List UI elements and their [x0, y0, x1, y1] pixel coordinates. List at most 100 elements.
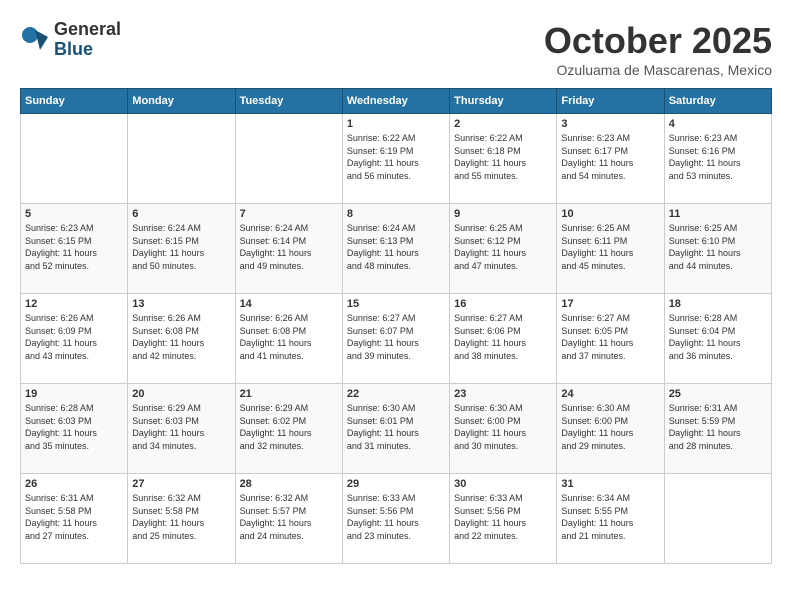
day-number: 14 — [240, 298, 338, 310]
logo: General Blue — [20, 20, 121, 60]
page-header: General Blue October 2025 Ozuluama de Ma… — [20, 20, 772, 78]
calendar-cell: 6 Sunrise: 6:24 AMSunset: 6:15 PMDaylight… — [128, 204, 235, 294]
calendar-cell: 4Sunrise: 6:23 AMSunset: 6:16 PMDaylight… — [664, 114, 771, 204]
day-number: 9 — [454, 208, 552, 220]
calendar-cell: 20 Sunrise: 6:29 AMSunset: 6:03 PMDayligh… — [128, 384, 235, 474]
calendar-cell: 19 Sunrise: 6:28 AMSunset: 6:03 PMDayligh… — [21, 384, 128, 474]
day-info: Sunrise: 6:27 AMSunset: 6:05 PMDaylight:… — [561, 312, 659, 362]
calendar-cell: 23 Sunrise: 6:30 AMSunset: 6:00 PMDayligh… — [450, 384, 557, 474]
calendar-cell: 5Sunrise: 6:23 AMSunset: 6:15 PMDaylight… — [21, 204, 128, 294]
logo-general: General — [54, 20, 121, 40]
day-number: 31 — [561, 478, 659, 490]
calendar-table: SundayMondayTuesdayWednesdayThursdayFrid… — [20, 88, 772, 564]
day-number: 3 — [561, 118, 659, 130]
day-info: Sunrise: 6:34 AMSunset: 5:55 PMDaylight:… — [561, 492, 659, 542]
calendar-cell: 18Sunrise: 6:28 AMSunset: 6:04 PMDayligh… — [664, 294, 771, 384]
calendar-cell: 10 Sunrise: 6:25 AMSunset: 6:11 PMDayligh… — [557, 204, 664, 294]
day-number: 17 — [561, 298, 659, 310]
calendar-cell — [21, 114, 128, 204]
month-title: October 2025 — [544, 20, 772, 62]
day-number: 2 — [454, 118, 552, 130]
day-info: Sunrise: 6:24 AMSunset: 6:14 PMDaylight:… — [240, 222, 338, 272]
day-info: Sunrise: 6:25 AMSunset: 6:12 PMDaylight:… — [454, 222, 552, 272]
day-info: Sunrise: 6:27 AMSunset: 6:06 PMDaylight:… — [454, 312, 552, 362]
day-number: 4 — [669, 118, 767, 130]
day-info: Sunrise: 6:30 AMSunset: 6:00 PMDaylight:… — [561, 402, 659, 452]
day-info: Sunrise: 6:24 AMSunset: 6:13 PMDaylight:… — [347, 222, 445, 272]
weekday-header-monday: Monday — [128, 89, 235, 114]
day-number: 15 — [347, 298, 445, 310]
calendar-cell: 28 Sunrise: 6:32 AMSunset: 5:57 PMDayligh… — [235, 474, 342, 564]
calendar-week-row: 1 Sunrise: 6:22 AMSunset: 6:19 PMDaylight… — [21, 114, 772, 204]
calendar-cell: 31 Sunrise: 6:34 AMSunset: 5:55 PMDayligh… — [557, 474, 664, 564]
day-number: 20 — [132, 388, 230, 400]
calendar-cell: 2Sunrise: 6:22 AMSunset: 6:18 PMDaylight… — [450, 114, 557, 204]
day-number: 10 — [561, 208, 659, 220]
day-number: 26 — [25, 478, 123, 490]
calendar-cell: 11Sunrise: 6:25 AMSunset: 6:10 PMDayligh… — [664, 204, 771, 294]
day-number: 12 — [25, 298, 123, 310]
day-info: Sunrise: 6:22 AMSunset: 6:19 PMDaylight:… — [347, 132, 445, 182]
day-number: 23 — [454, 388, 552, 400]
calendar-week-row: 5Sunrise: 6:23 AMSunset: 6:15 PMDaylight… — [21, 204, 772, 294]
day-number: 21 — [240, 388, 338, 400]
calendar-cell — [664, 474, 771, 564]
day-info: Sunrise: 6:26 AMSunset: 6:09 PMDaylight:… — [25, 312, 123, 362]
calendar-cell: 9 Sunrise: 6:25 AMSunset: 6:12 PMDaylight… — [450, 204, 557, 294]
calendar-cell: 7Sunrise: 6:24 AMSunset: 6:14 PMDaylight… — [235, 204, 342, 294]
calendar-cell: 17 Sunrise: 6:27 AMSunset: 6:05 PMDayligh… — [557, 294, 664, 384]
day-info: Sunrise: 6:30 AMSunset: 6:01 PMDaylight:… — [347, 402, 445, 452]
calendar-cell: 12 Sunrise: 6:26 AMSunset: 6:09 PMDayligh… — [21, 294, 128, 384]
location-subtitle: Ozuluama de Mascarenas, Mexico — [544, 62, 772, 78]
day-number: 6 — [132, 208, 230, 220]
day-number: 24 — [561, 388, 659, 400]
calendar-cell: 25Sunrise: 6:31 AMSunset: 5:59 PMDayligh… — [664, 384, 771, 474]
title-block: October 2025 Ozuluama de Mascarenas, Mex… — [544, 20, 772, 78]
day-info: Sunrise: 6:33 AMSunset: 5:56 PMDaylight:… — [454, 492, 552, 542]
weekday-header-thursday: Thursday — [450, 89, 557, 114]
day-number: 1 — [347, 118, 445, 130]
day-info: Sunrise: 6:29 AMSunset: 6:03 PMDaylight:… — [132, 402, 230, 452]
calendar-cell: 21 Sunrise: 6:29 AMSunset: 6:02 PMDayligh… — [235, 384, 342, 474]
day-number: 19 — [25, 388, 123, 400]
calendar-cell: 22Sunrise: 6:30 AMSunset: 6:01 PMDayligh… — [342, 384, 449, 474]
day-info: Sunrise: 6:32 AMSunset: 5:57 PMDaylight:… — [240, 492, 338, 542]
calendar-cell: 24 Sunrise: 6:30 AMSunset: 6:00 PMDayligh… — [557, 384, 664, 474]
day-info: Sunrise: 6:25 AMSunset: 6:11 PMDaylight:… — [561, 222, 659, 272]
weekday-header-wednesday: Wednesday — [342, 89, 449, 114]
day-number: 11 — [669, 208, 767, 220]
day-info: Sunrise: 6:29 AMSunset: 6:02 PMDaylight:… — [240, 402, 338, 452]
calendar-cell: 27Sunrise: 6:32 AMSunset: 5:58 PMDayligh… — [128, 474, 235, 564]
calendar-cell: 14Sunrise: 6:26 AMSunset: 6:08 PMDayligh… — [235, 294, 342, 384]
day-number: 29 — [347, 478, 445, 490]
day-info: Sunrise: 6:23 AMSunset: 6:15 PMDaylight:… — [25, 222, 123, 272]
calendar-cell: 16 Sunrise: 6:27 AMSunset: 6:06 PMDayligh… — [450, 294, 557, 384]
day-info: Sunrise: 6:27 AMSunset: 6:07 PMDaylight:… — [347, 312, 445, 362]
day-info: Sunrise: 6:32 AMSunset: 5:58 PMDaylight:… — [132, 492, 230, 542]
day-info: Sunrise: 6:28 AMSunset: 6:03 PMDaylight:… — [25, 402, 123, 452]
calendar-cell — [235, 114, 342, 204]
calendar-cell: 8 Sunrise: 6:24 AMSunset: 6:13 PMDaylight… — [342, 204, 449, 294]
day-info: Sunrise: 6:26 AMSunset: 6:08 PMDaylight:… — [132, 312, 230, 362]
calendar-cell: 30 Sunrise: 6:33 AMSunset: 5:56 PMDayligh… — [450, 474, 557, 564]
weekday-header-saturday: Saturday — [664, 89, 771, 114]
day-info: Sunrise: 6:30 AMSunset: 6:00 PMDaylight:… — [454, 402, 552, 452]
weekday-header-tuesday: Tuesday — [235, 89, 342, 114]
day-number: 8 — [347, 208, 445, 220]
calendar-cell — [128, 114, 235, 204]
calendar-cell: 26 Sunrise: 6:31 AMSunset: 5:58 PMDayligh… — [21, 474, 128, 564]
calendar-week-row: 12 Sunrise: 6:26 AMSunset: 6:09 PMDayligh… — [21, 294, 772, 384]
day-number: 30 — [454, 478, 552, 490]
weekday-header-sunday: Sunday — [21, 89, 128, 114]
day-info: Sunrise: 6:31 AMSunset: 5:59 PMDaylight:… — [669, 402, 767, 452]
logo-icon — [20, 25, 50, 55]
day-number: 13 — [132, 298, 230, 310]
day-info: Sunrise: 6:28 AMSunset: 6:04 PMDaylight:… — [669, 312, 767, 362]
day-number: 16 — [454, 298, 552, 310]
calendar-cell: 3Sunrise: 6:23 AMSunset: 6:17 PMDaylight… — [557, 114, 664, 204]
day-info: Sunrise: 6:33 AMSunset: 5:56 PMDaylight:… — [347, 492, 445, 542]
day-info: Sunrise: 6:24 AMSunset: 6:15 PMDaylight:… — [132, 222, 230, 272]
day-number: 28 — [240, 478, 338, 490]
calendar-cell: 1 Sunrise: 6:22 AMSunset: 6:19 PMDaylight… — [342, 114, 449, 204]
day-info: Sunrise: 6:31 AMSunset: 5:58 PMDaylight:… — [25, 492, 123, 542]
